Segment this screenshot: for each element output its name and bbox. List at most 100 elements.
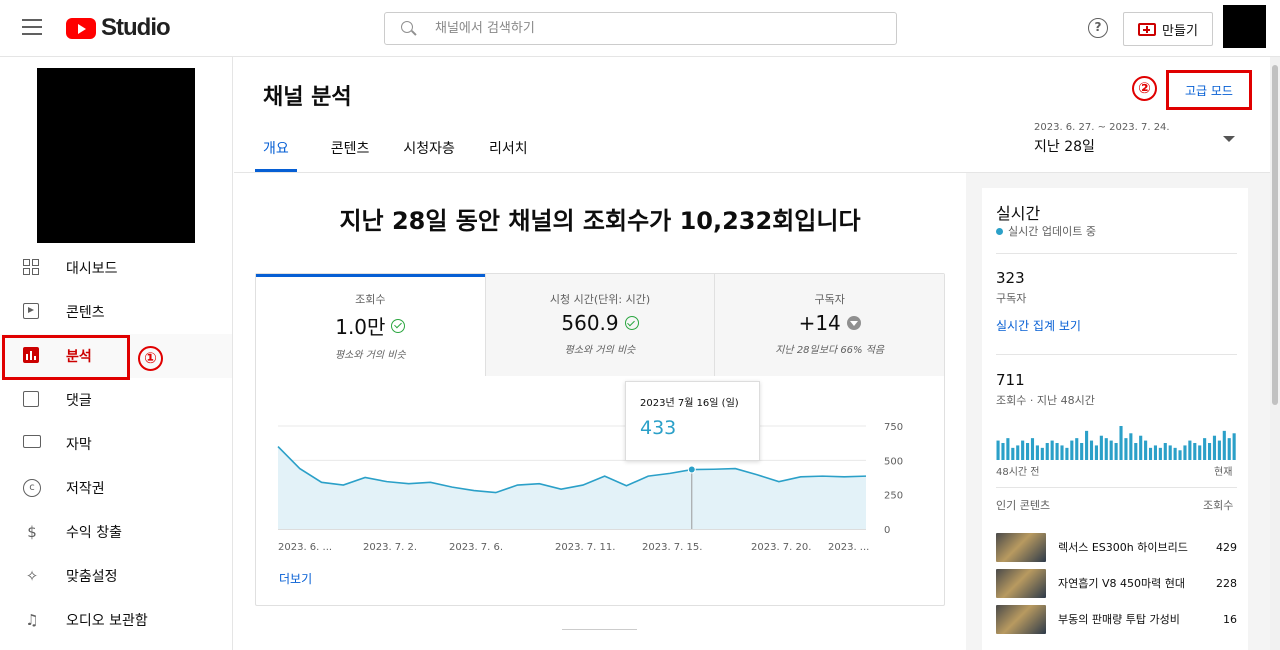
annotation-number-1: ① <box>138 346 163 371</box>
annotation-box-analytics <box>2 335 130 380</box>
sidebar: 대시보드 콘텐츠 분석 댓글 자막 c 저작권 $ 수익 창출 ✧ 맞춤설정 ♫… <box>0 57 233 650</box>
date-range-label: 지난 28일 <box>1034 139 1095 155</box>
tooltip-value: 433 <box>640 417 677 439</box>
sidebar-item-label: 수익 창출 <box>66 525 122 541</box>
realtime-bar <box>1188 440 1192 460</box>
top-content-row[interactable]: 자연흡기 V8 450마력 현대 228 <box>996 568 1237 598</box>
x-tick-label: 2023. ... <box>828 542 869 553</box>
top-content-row[interactable]: 부동의 판매량 투탑 가성비 16 <box>996 604 1237 634</box>
realtime-views-label: 조회수 · 지난 48시간 <box>996 394 1095 407</box>
help-icon[interactable]: ? <box>1088 18 1108 38</box>
realtime-bar <box>1065 447 1069 460</box>
top-bar: Studio ? 만들기 <box>0 0 1280 57</box>
realtime-bar-chart[interactable] <box>996 422 1237 460</box>
y-tick-label: 250 <box>884 491 903 502</box>
realtime-bar <box>1060 445 1064 460</box>
see-more-link[interactable]: 더보기 <box>279 570 312 587</box>
realtime-bar <box>1114 443 1118 460</box>
realtime-bar <box>1045 443 1049 460</box>
metric-comparison: 평소와 거의 비슷 <box>564 345 636 356</box>
tab-audience[interactable]: 시청자층 <box>403 135 455 172</box>
realtime-bar <box>1040 447 1044 460</box>
sidebar-item-customization[interactable]: ✧ 맞춤설정 <box>0 554 232 598</box>
search-input[interactable] <box>435 21 875 36</box>
sidebar-item-label: 맞춤설정 <box>66 569 118 585</box>
realtime-bar <box>1232 433 1236 460</box>
advanced-mode-button[interactable]: 고급 모드 <box>1166 70 1252 110</box>
realtime-bar <box>1227 438 1231 460</box>
realtime-status-label: 실시간 업데이트 중 <box>1008 225 1096 238</box>
x-tick-label: 2023. 6. ... <box>278 542 332 553</box>
x-tick-label: 2023. 7. 15. <box>642 542 702 553</box>
tab-content[interactable]: 콘텐츠 <box>331 135 370 172</box>
realtime-subscribers-label: 구독자 <box>996 292 1027 305</box>
realtime-bar <box>1193 443 1197 460</box>
realtime-bar <box>1163 443 1167 460</box>
tab-research[interactable]: 리서치 <box>489 135 528 172</box>
sidebar-item-subtitles[interactable]: 자막 <box>0 422 232 466</box>
realtime-bar <box>1183 445 1187 460</box>
audio-library-icon: ♫ <box>25 611 39 629</box>
studio-logo[interactable]: Studio <box>66 14 171 42</box>
top-content-row[interactable]: 렉서스 ES300h 하이브리드 429 <box>996 532 1237 562</box>
realtime-bar <box>1158 447 1162 460</box>
metric-subscribers[interactable]: 구독자 +14 지난 28일보다 66% 적음 <box>714 274 945 376</box>
realtime-bar <box>1085 430 1089 460</box>
metric-value-row: 560.9 <box>486 311 715 335</box>
tab-overview[interactable]: 개요 <box>255 135 297 172</box>
search-bar[interactable] <box>384 12 897 45</box>
realtime-bar <box>1173 447 1177 460</box>
metric-views[interactable]: 조회수 1.0만 평소와 거의 비슷 <box>256 274 485 376</box>
divider <box>562 629 637 630</box>
sidebar-item-dashboard[interactable]: 대시보드 <box>0 246 232 290</box>
customization-icon: ✧ <box>25 567 39 585</box>
realtime-bar <box>1139 435 1143 460</box>
realtime-bar <box>1070 440 1074 460</box>
create-video-icon <box>1138 22 1157 36</box>
scrollbar[interactable] <box>1270 57 1280 650</box>
sidebar-item-comments[interactable]: 댓글 <box>0 378 232 422</box>
realtime-bar <box>1026 443 1030 460</box>
realtime-bar <box>1134 443 1138 460</box>
realtime-bar <box>1080 443 1084 460</box>
menu-icon[interactable] <box>22 19 42 35</box>
copyright-icon: c <box>23 479 41 497</box>
realtime-bar <box>1089 440 1094 460</box>
realtime-bar <box>1168 445 1172 460</box>
realtime-title: 실시간 <box>996 204 1041 223</box>
realtime-bar <box>1104 438 1108 460</box>
channel-avatar[interactable] <box>37 68 195 243</box>
realtime-axis-start: 48시간 전 <box>996 467 1040 478</box>
sidebar-item-label: 오디오 보관함 <box>66 613 148 629</box>
realtime-bar <box>1099 435 1103 460</box>
sidebar-item-label: 자막 <box>66 437 92 453</box>
sidebar-item-audio-library[interactable]: ♫ 오디오 보관함 <box>0 598 232 642</box>
subtitles-icon <box>23 435 41 453</box>
scrollbar-thumb[interactable] <box>1272 65 1278 405</box>
realtime-bar <box>1119 426 1123 460</box>
sidebar-item-monetization[interactable]: $ 수익 창출 <box>0 510 232 554</box>
metric-value: 560.9 <box>561 311 619 335</box>
sidebar-item-content[interactable]: 콘텐츠 <box>0 290 232 334</box>
account-avatar[interactable] <box>1223 5 1266 48</box>
realtime-bar <box>1006 438 1010 460</box>
metric-label: 조회수 <box>355 293 386 306</box>
realtime-card: 실시간 실시간 업데이트 중 323 구독자 실시간 집계 보기 711 조회수… <box>982 188 1248 650</box>
arrow-down-circle-icon <box>846 316 861 330</box>
date-range-picker[interactable]: 2023. 6. 27. ~ 2023. 7. 24. 지난 28일 <box>1034 122 1244 158</box>
metric-watch-time[interactable]: 시청 시간(단위: 시간) 560.9 평소와 거의 비슷 <box>484 274 715 376</box>
create-button-label: 만들기 <box>1162 23 1198 39</box>
metric-value: +14 <box>798 311 841 335</box>
x-tick-label: 2023. 7. 6. <box>449 542 503 553</box>
page-title: 채널 분석 <box>263 85 352 110</box>
chart-tooltip: 2023년 7월 16일 (일) 433 <box>625 381 760 461</box>
realtime-count-link[interactable]: 실시간 집계 보기 <box>996 317 1081 334</box>
sidebar-item-copyright[interactable]: c 저작권 <box>0 466 232 510</box>
realtime-bar <box>1050 440 1054 460</box>
metric-label: 구독자 <box>814 293 845 306</box>
views-chart[interactable]: 750 500 250 0 2023. 6. ... 2023. 7. 2. 2023. 7… <box>256 376 944 566</box>
realtime-bar <box>1124 438 1128 460</box>
realtime-bar <box>1001 443 1005 460</box>
realtime-bar <box>1144 440 1148 460</box>
create-button[interactable]: 만들기 <box>1123 12 1213 46</box>
